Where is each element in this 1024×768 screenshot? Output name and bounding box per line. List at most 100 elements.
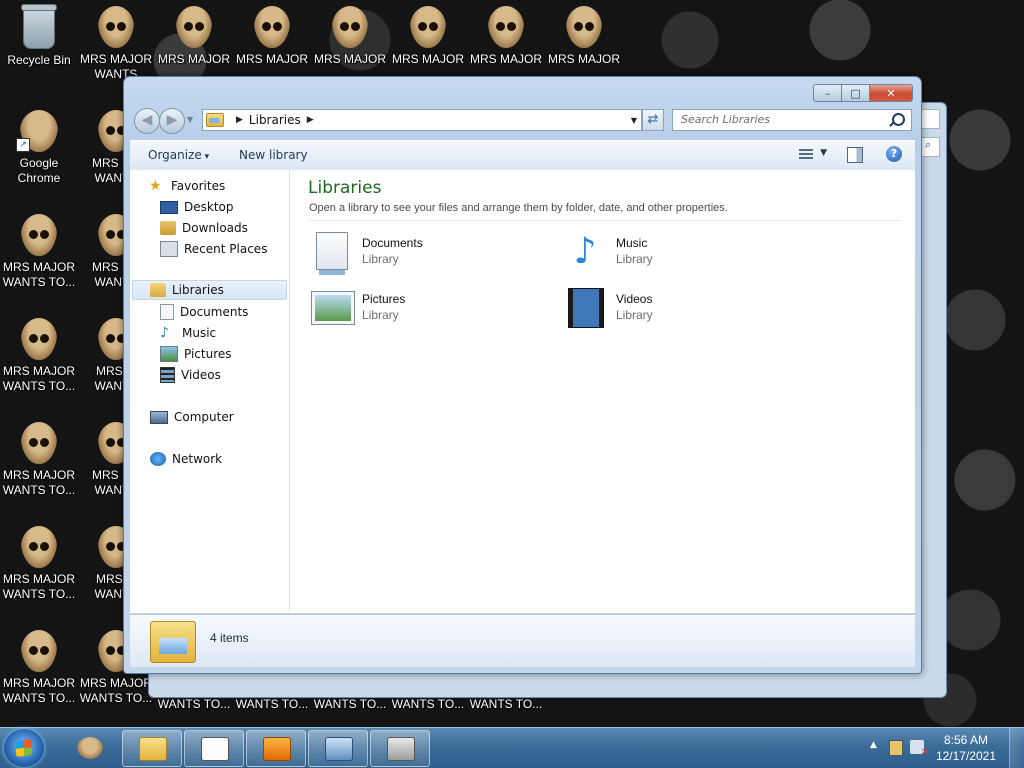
desktop-icon-mrs-major[interactable]: MRS MAJOR WANTS: [78, 4, 154, 82]
library-music[interactable]: ♪ Music Library: [562, 228, 782, 276]
preview-pane-button[interactable]: [847, 147, 863, 163]
nav-item-computer[interactable]: Computer: [150, 407, 234, 427]
desktop-icon-label: Google Chrome: [17, 156, 61, 185]
skull-icon: [21, 422, 57, 464]
system-tray: ▲ 8:56 AM 12/17/2021: [864, 728, 1024, 768]
change-view-button[interactable]: ▼: [799, 146, 827, 164]
show-desktop-button[interactable]: [1009, 728, 1024, 768]
skull-icon: [176, 6, 212, 48]
refresh-button[interactable]: ⇄: [642, 109, 664, 131]
caption-buttons: – □ ✕: [813, 84, 913, 102]
desktop-icon-mrs-major[interactable]: MRS MAJOR WANTS TO...: [1, 316, 77, 394]
breadcrumb-separator-icon[interactable]: ▶: [236, 115, 243, 125]
taskbar-item-installer[interactable]: [370, 730, 430, 767]
documents-icon: [160, 304, 174, 320]
computer-icon: [150, 410, 168, 424]
show-hidden-icons-button[interactable]: ▲: [870, 740, 877, 750]
back-button[interactable]: ◀: [134, 108, 160, 134]
nav-item-downloads[interactable]: Downloads: [160, 218, 248, 238]
installer-icon: [387, 737, 415, 761]
content-area: ★ Favorites Desktop Downloads Recent Pla…: [130, 170, 915, 613]
library-pictures[interactable]: Pictures Library: [308, 284, 528, 332]
skull-icon: [566, 6, 602, 48]
desktop-icon-mrs-major[interactable]: MRS MAJOR: [312, 4, 388, 67]
search-icon[interactable]: [892, 113, 905, 126]
breadcrumb-separator-icon[interactable]: ▶: [307, 115, 314, 125]
explorer-window[interactable]: – □ ✕ ◀ ▶ ▼ ▶ Libraries ▶ ▼ ⇄ Organize N…: [123, 76, 922, 674]
desktop-icon-label-only[interactable]: WANTS TO...: [312, 697, 388, 712]
desktop-icon-mrs-major[interactable]: MRS MAJOR: [156, 4, 232, 67]
nav-item-network[interactable]: Network: [150, 449, 222, 469]
notepad-icon: [201, 737, 229, 761]
recent-pages-dropdown[interactable]: ▼: [187, 115, 193, 124]
taskbar-item-skull[interactable]: [60, 730, 120, 767]
library-documents[interactable]: Documents Library: [308, 228, 528, 276]
downloads-folder-icon: [160, 221, 176, 235]
desktop-icon-mrs-major[interactable]: MRS MAJOR: [390, 4, 466, 67]
desktop-icon-mrs-major[interactable]: MRS MAJOR WANTS TO...: [1, 212, 77, 290]
help-button[interactable]: ?: [886, 146, 902, 162]
desktop-icon-mrs-major[interactable]: MRS MAJOR: [546, 4, 622, 67]
close-button[interactable]: ✕: [869, 84, 913, 102]
clock[interactable]: 8:56 AM 12/17/2021: [936, 732, 996, 764]
nav-item-label: Documents: [180, 305, 249, 319]
documents-library-icon: [316, 232, 348, 270]
nav-item-libraries[interactable]: Libraries: [132, 280, 287, 300]
maximize-button[interactable]: □: [842, 84, 869, 102]
action-center-flag-icon[interactable]: [889, 740, 903, 756]
minimize-button[interactable]: –: [813, 84, 842, 102]
speaker-muted-icon[interactable]: [910, 740, 929, 758]
desktop-icon-mrs-major[interactable]: MRS MAJOR WANTS TO...: [1, 628, 77, 706]
start-button[interactable]: [4, 729, 44, 767]
desktop-icon-label-only[interactable]: WANTS TO...: [156, 697, 232, 712]
library-videos[interactable]: Videos Library: [562, 284, 782, 332]
nav-item-documents[interactable]: Documents: [160, 302, 248, 322]
nav-item-recent-places[interactable]: Recent Places: [160, 239, 267, 259]
desktop-icon-mrs-major[interactable]: MRS MAJOR WANTS TO...: [1, 420, 77, 498]
navigation-bar: ◀ ▶ ▼ ▶ Libraries ▶ ▼ ⇄: [132, 107, 913, 134]
desktop-icon-mrs-major[interactable]: MRS MAJOR: [234, 4, 310, 67]
taskbar-item-control-panel[interactable]: [308, 730, 368, 767]
taskbar-item-notepad[interactable]: [184, 730, 244, 767]
libraries-folder-icon: [150, 283, 166, 297]
star-icon: ★: [149, 178, 162, 194]
new-library-button[interactable]: New library: [239, 148, 308, 162]
nav-item-desktop[interactable]: Desktop: [160, 197, 234, 217]
taskbar-item-media-player[interactable]: [246, 730, 306, 767]
library-view: Libraries Open a library to see your fil…: [290, 170, 915, 613]
library-name: Pictures: [362, 292, 406, 306]
forward-button[interactable]: ▶: [159, 108, 185, 134]
address-bar[interactable]: ▶ Libraries ▶ ▼: [202, 109, 642, 131]
libraries-folder-icon: [206, 113, 224, 127]
skull-icon: [21, 526, 57, 568]
library-name: Videos: [616, 292, 653, 306]
desktop-icon-label-only[interactable]: WANTS TO...: [234, 697, 310, 712]
nav-item-videos[interactable]: Videos: [160, 365, 221, 385]
view-details-icon: [799, 149, 813, 160]
library-kind: Library: [616, 308, 653, 322]
film-strip-icon: [160, 367, 175, 383]
search-box[interactable]: [672, 109, 912, 131]
desktop-icon-label: MRS MAJOR: [548, 52, 620, 66]
desktop-icon-google-chrome[interactable]: ↗ Google Chrome: [1, 108, 77, 186]
search-input[interactable]: [673, 110, 889, 128]
taskbar-item-explorer[interactable]: [122, 730, 182, 767]
nav-item-favorites[interactable]: ★ Favorites: [149, 176, 225, 196]
desktop-icon-label-only[interactable]: WANTS TO...: [468, 697, 544, 712]
desktop-icon-mrs-major[interactable]: MRS MAJOR WANTS TO...: [1, 524, 77, 602]
address-history-dropdown[interactable]: ▼: [631, 116, 637, 125]
desktop-icon-label: MRS MAJOR: [158, 52, 230, 66]
organize-button[interactable]: Organize: [148, 148, 209, 162]
nav-item-music[interactable]: ♪ Music: [160, 323, 216, 343]
desktop-icon-recycle-bin[interactable]: Recycle Bin: [1, 4, 77, 68]
nav-item-label: Downloads: [182, 221, 248, 235]
nav-item-label: Recent Places: [184, 242, 268, 256]
clock-time: 8:56 AM: [943, 733, 988, 747]
nav-item-pictures[interactable]: Pictures: [160, 344, 232, 364]
library-kind: Library: [362, 252, 399, 266]
breadcrumb-libraries[interactable]: Libraries: [249, 113, 301, 127]
explorer-folder-icon: [139, 737, 167, 761]
videos-library-icon: [568, 288, 604, 328]
desktop-icon-mrs-major[interactable]: MRS MAJOR: [468, 4, 544, 67]
desktop-icon-label-only[interactable]: WANTS TO...: [390, 697, 466, 712]
